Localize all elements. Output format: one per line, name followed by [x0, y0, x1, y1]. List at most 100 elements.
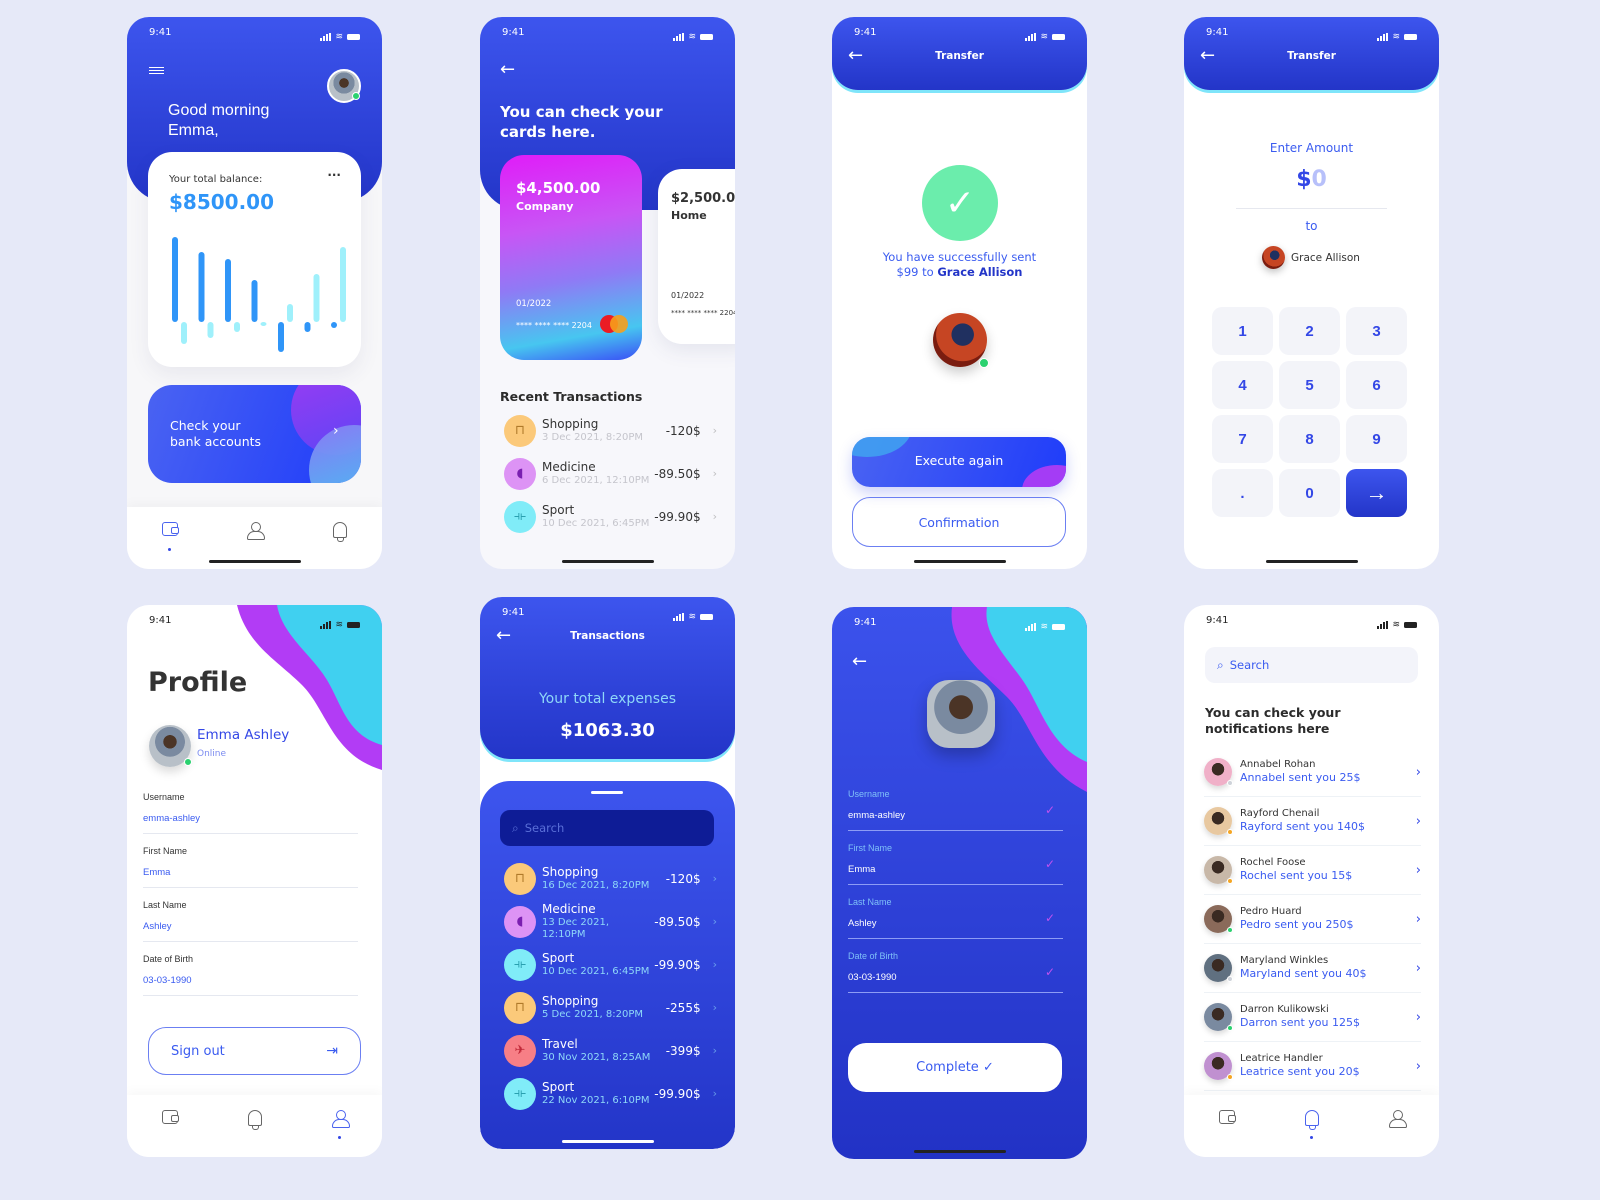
nav-wallet[interactable]: [1217, 1110, 1237, 1130]
transaction-row[interactable]: ⟛ Sport 22 Nov 2021, 6:10PM -99.90$ ›: [504, 1072, 717, 1115]
profile-photo[interactable]: [927, 680, 995, 748]
keypad-key[interactable]: 0: [1279, 469, 1340, 517]
contact-name: Rochel Foose: [1240, 857, 1306, 869]
bell-icon: [1304, 1110, 1319, 1130]
confirmation-button[interactable]: Confirmation: [852, 497, 1066, 547]
bank-accounts-card[interactable]: Check your bank accounts ›: [148, 385, 361, 483]
numeric-keypad: 1 2 3 4 5 6 7 8 9. 0 →: [1212, 307, 1407, 517]
user-icon: [246, 522, 265, 540]
chevron-right-icon: ›: [333, 423, 339, 439]
transaction-row[interactable]: ◖ Medicine 6 Dec 2021, 12:10PM -89.50$ ›: [504, 452, 717, 495]
keypad-key[interactable]: 8: [1279, 415, 1340, 463]
transaction-name: Shopping: [542, 994, 599, 1009]
keypad-key[interactable]: 4: [1212, 361, 1273, 409]
notification-item[interactable]: Annabel Rohan Annabel sent you 25$ ›: [1204, 748, 1421, 797]
notification-item[interactable]: Leatrice Handler Leatrice sent you 20$ ›: [1204, 1042, 1421, 1091]
contact-avatar: [1204, 1052, 1233, 1080]
transaction-row[interactable]: ⊓ Shopping 3 Dec 2021, 8:20PM -120$ ›: [504, 409, 717, 452]
status-bar: 9:41 ≋: [480, 597, 735, 627]
nav-notifications[interactable]: [245, 1110, 265, 1130]
profile-field[interactable]: First Name Emma: [143, 846, 358, 888]
transaction-row[interactable]: ⊓ Shopping 16 Dec 2021, 8:20PM -120$ ›: [504, 857, 717, 900]
edit-field[interactable]: Date of Birth 03-03-1990 ✓: [848, 951, 1063, 993]
user-avatar[interactable]: [327, 69, 361, 103]
status-time: 9:41: [1206, 615, 1229, 626]
notification-item[interactable]: Maryland Winkles Maryland sent you 40$ ›: [1204, 944, 1421, 993]
keypad-key[interactable]: 9: [1346, 415, 1407, 463]
pill-icon: ◖: [504, 457, 536, 490]
profile-field[interactable]: Date of Birth 03-03-1990: [143, 954, 358, 996]
back-arrow-icon[interactable]: ←: [500, 61, 515, 79]
notification-item[interactable]: Rayford Chenail Rayford sent you 140$ ›: [1204, 797, 1421, 846]
sign-out-button[interactable]: Sign out ⇥: [148, 1027, 361, 1075]
contact-name: Leatrice Handler: [1240, 1053, 1323, 1065]
user-avatar[interactable]: [149, 725, 192, 767]
check-icon: ✓: [1044, 857, 1055, 871]
transaction-name: Sport: [542, 503, 575, 518]
transaction-amount: -99.90$: [654, 509, 701, 524]
check-icon: ✓: [1044, 965, 1055, 979]
home-indicator: [561, 560, 654, 563]
profile-field[interactable]: Username emma-ashley: [143, 792, 358, 834]
keypad-key[interactable]: 5: [1279, 361, 1340, 409]
transaction-amount: -120$: [665, 423, 701, 438]
edit-field[interactable]: First Name Emma ✓: [848, 843, 1063, 885]
bag-icon: ⊓: [504, 991, 536, 1024]
status-dot: [1227, 1074, 1233, 1080]
keypad-key[interactable]: .: [1212, 469, 1273, 517]
search-input[interactable]: ⌕ Search: [500, 810, 714, 846]
logout-icon: ⇥: [326, 1043, 338, 1059]
card-expiry: 01/2022: [671, 291, 705, 300]
nav-wallet[interactable]: [160, 522, 180, 551]
transaction-row[interactable]: ⊓ Shopping 5 Dec 2021, 8:20PM -255$ ›: [504, 986, 717, 1029]
card-home[interactable]: $2,500.00 Home 01/2022 **** **** **** 22…: [658, 169, 735, 344]
sheet-handle[interactable]: [591, 791, 623, 794]
keypad-key[interactable]: 1: [1212, 307, 1273, 355]
edit-field[interactable]: Last Name Ashley ✓: [848, 897, 1063, 939]
chevron-right-icon: ›: [1415, 960, 1421, 976]
chevron-right-icon: ›: [712, 1087, 717, 1100]
nav-profile[interactable]: [330, 1110, 350, 1139]
card-company[interactable]: $4,500.00 Company 01/2022 **** **** ****…: [500, 155, 642, 360]
edit-field[interactable]: Username emma-ashley ✓: [848, 789, 1063, 831]
profile-field[interactable]: Last Name Ashley: [143, 900, 358, 942]
notification-item[interactable]: Rochel Foose Rochel sent you 15$ ›: [1204, 846, 1421, 895]
transaction-row[interactable]: ⟛ Sport 10 Dec 2021, 6:45PM -99.90$ ›: [504, 943, 717, 986]
search-input[interactable]: ⌕ Search: [1205, 647, 1418, 683]
notification-item[interactable]: Darron Kulikowski Darron sent you 125$ ›: [1204, 993, 1421, 1042]
keypad-key[interactable]: 3: [1346, 307, 1407, 355]
complete-button[interactable]: Complete ✓: [848, 1043, 1062, 1092]
nav-notifications[interactable]: [330, 522, 350, 542]
search-icon: ⌕: [512, 820, 519, 835]
recipient-avatar: [933, 313, 989, 368]
amount-display[interactable]: $0: [1184, 167, 1439, 192]
nav-notifications[interactable]: [1302, 1110, 1322, 1139]
status-dot: [1227, 780, 1233, 786]
contact-name: Rayford Chenail: [1240, 808, 1320, 820]
back-arrow-icon[interactable]: ←: [852, 653, 867, 671]
battery-icon: [347, 34, 360, 40]
keypad-key[interactable]: 2: [1279, 307, 1340, 355]
contact-avatar: [1204, 758, 1233, 786]
keypad-key[interactable]: 6: [1346, 361, 1407, 409]
field-value: Emma: [143, 867, 171, 878]
menu-icon[interactable]: [149, 67, 164, 74]
presence-status: Online: [197, 749, 227, 759]
keypad-key[interactable]: 7: [1212, 415, 1273, 463]
transaction-row[interactable]: ⟛ Sport 10 Dec 2021, 6:45PM -99.90$ ›: [504, 495, 717, 538]
transaction-row[interactable]: ◖ Medicine 13 Dec 2021, 12:10PM -89.50$ …: [504, 900, 717, 943]
transaction-row[interactable]: ✈ Travel 30 Nov 2021, 8:25AM -399$ ›: [504, 1029, 717, 1072]
nav-wallet[interactable]: [160, 1110, 180, 1130]
chart-bar-income: [251, 280, 258, 322]
transaction-amount: -99.90$: [654, 957, 701, 972]
more-options-icon[interactable]: ···: [327, 168, 341, 182]
online-indicator: [979, 358, 989, 368]
submit-arrow-button[interactable]: →: [1346, 469, 1407, 517]
notification-item[interactable]: Pedro Huard Pedro sent you 250$ ›: [1204, 895, 1421, 944]
execute-again-button[interactable]: Execute again: [852, 437, 1066, 487]
check-icon: ✓: [1044, 803, 1055, 817]
signal-icon: [1377, 33, 1389, 41]
nav-profile[interactable]: [245, 522, 265, 542]
nav-profile[interactable]: [1387, 1110, 1407, 1130]
status-dot: [1227, 976, 1233, 982]
